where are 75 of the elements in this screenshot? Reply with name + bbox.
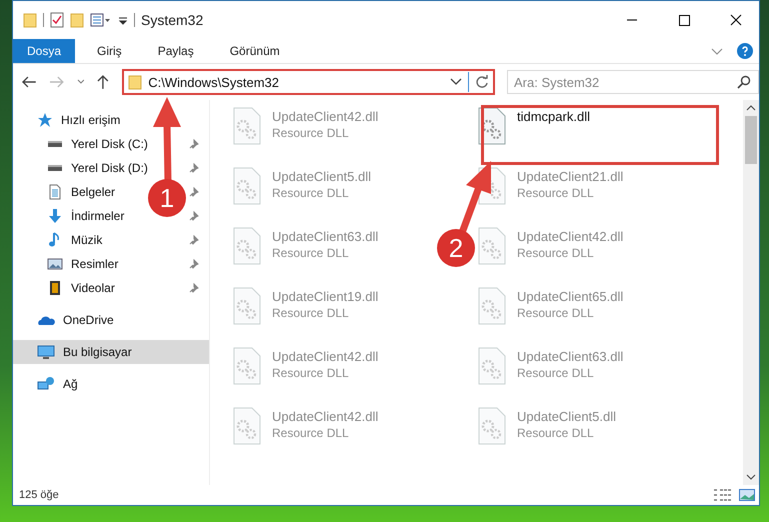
pin-icon[interactable] [189,235,199,245]
pin-icon[interactable] [189,187,199,197]
sidebar-item[interactable]: Yerel Disk (C:) [13,132,158,156]
address-path: C:\Windows\System32 [148,74,279,90]
scroll-up-icon[interactable] [746,104,756,112]
pin-icon[interactable] [189,259,199,269]
scroll-down-icon[interactable] [746,473,756,481]
download-arrow-icon [47,208,63,224]
file-type: Resource DLL [272,246,350,260]
file-type: Resource DLL [517,246,595,260]
file-type: Resource DLL [272,126,350,140]
chevron-down-icon[interactable] [450,78,462,86]
search-field[interactable]: Ara: System32 [506,70,759,94]
ribbon-tab[interactable]: Dosya [13,39,76,63]
file-type: Resource DLL [272,306,350,320]
dll-file-icon [232,346,262,386]
item-count: 125 öğe [19,489,59,501]
details-view-icon[interactable] [713,488,733,502]
dll-file-icon [232,106,262,146]
help-icon[interactable] [737,43,753,59]
file-type: Resource DLL [272,186,350,200]
sidebar-item[interactable]: İndirmeler [13,204,134,228]
sidebar-item[interactable]: Müzik [13,228,112,252]
chevron-down-icon[interactable] [76,79,84,85]
sidebar-item[interactable]: Bu bilgisayar [13,340,209,364]
folder-icon [128,74,142,90]
file-type: Resource DLL [517,366,595,380]
window-title: System32 [141,12,204,28]
drive-icon [47,165,63,171]
back-arrow-icon[interactable] [21,75,37,89]
refresh-icon[interactable] [474,75,489,89]
file-type: Resource DLL [272,366,350,380]
checklist-icon[interactable] [50,12,64,28]
dll-file-icon [477,226,507,266]
pin-icon[interactable] [189,211,199,221]
search-icon [736,75,751,89]
file-type: Resource DLL [517,306,595,320]
up-arrow-icon[interactable] [96,74,110,90]
address-bar[interactable]: C:\Windows\System32 [122,69,495,95]
file-name[interactable]: tidmcpark.dll [517,109,590,124]
dll-file-icon [232,166,262,206]
pin-icon[interactable] [189,139,199,149]
file-type: Resource DLL [272,426,350,440]
image-icon [47,256,63,272]
step-number-badge: 2 [437,229,475,267]
network-icon [37,376,55,392]
sidebar-item[interactable]: Resimler [13,252,128,276]
scrollbar-thumb[interactable] [745,116,757,164]
sidebar-item[interactable]: Yerel Disk (D:) [13,156,158,180]
ribbon-tab[interactable]: Görünüm [216,39,294,63]
star-icon [37,112,53,128]
monitor-icon [37,344,55,360]
pin-icon[interactable] [189,283,199,293]
large-icons-view-icon[interactable] [739,488,755,502]
dll-file-icon [232,226,262,266]
ribbon-tab[interactable]: Giriş [83,39,136,63]
sidebar-item[interactable]: Belgeler [13,180,126,204]
ribbon-tab[interactable]: Paylaş [144,39,208,63]
film-icon [47,280,63,296]
drive-icon [47,141,63,147]
properties-icon[interactable] [90,12,112,28]
dll-file-icon [232,406,262,446]
sidebar-item[interactable]: Videolar [13,276,125,300]
step-number-badge: 1 [148,179,186,217]
pin-icon[interactable] [189,163,199,173]
sidebar-item[interactable]: Ağ [13,372,209,396]
dll-file-icon [232,286,262,326]
dll-file-icon [477,406,507,446]
file-type: Resource DLL [517,426,595,440]
dll-file-icon [477,346,507,386]
file-type: Resource DLL [517,186,595,200]
sidebar-item[interactable]: OneDrive [13,308,209,332]
dll-file-icon [477,286,507,326]
sidebar-item[interactable]: Hızlı erişim [13,108,209,132]
document-icon [47,184,63,200]
